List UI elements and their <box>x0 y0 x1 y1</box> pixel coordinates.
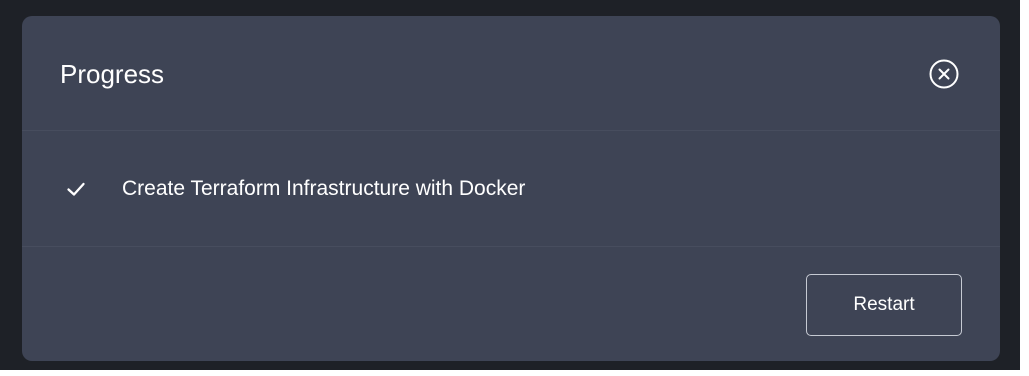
modal-title: Progress <box>60 59 165 89</box>
modal-body: Create Terraform Infrastructure with Doc… <box>22 131 1000 247</box>
checkmark-icon <box>66 179 86 199</box>
progress-step-label: Create Terraform Infrastructure with Doc… <box>122 177 526 200</box>
close-button[interactable] <box>924 54 964 94</box>
restart-button[interactable]: Restart <box>806 274 962 336</box>
progress-modal: Progress Create Terraform Infrastructure… <box>22 16 1000 361</box>
progress-step-item: Create Terraform Infrastructure with Doc… <box>66 131 525 247</box>
close-circle-icon <box>929 59 959 89</box>
modal-header: Progress <box>22 16 1000 131</box>
